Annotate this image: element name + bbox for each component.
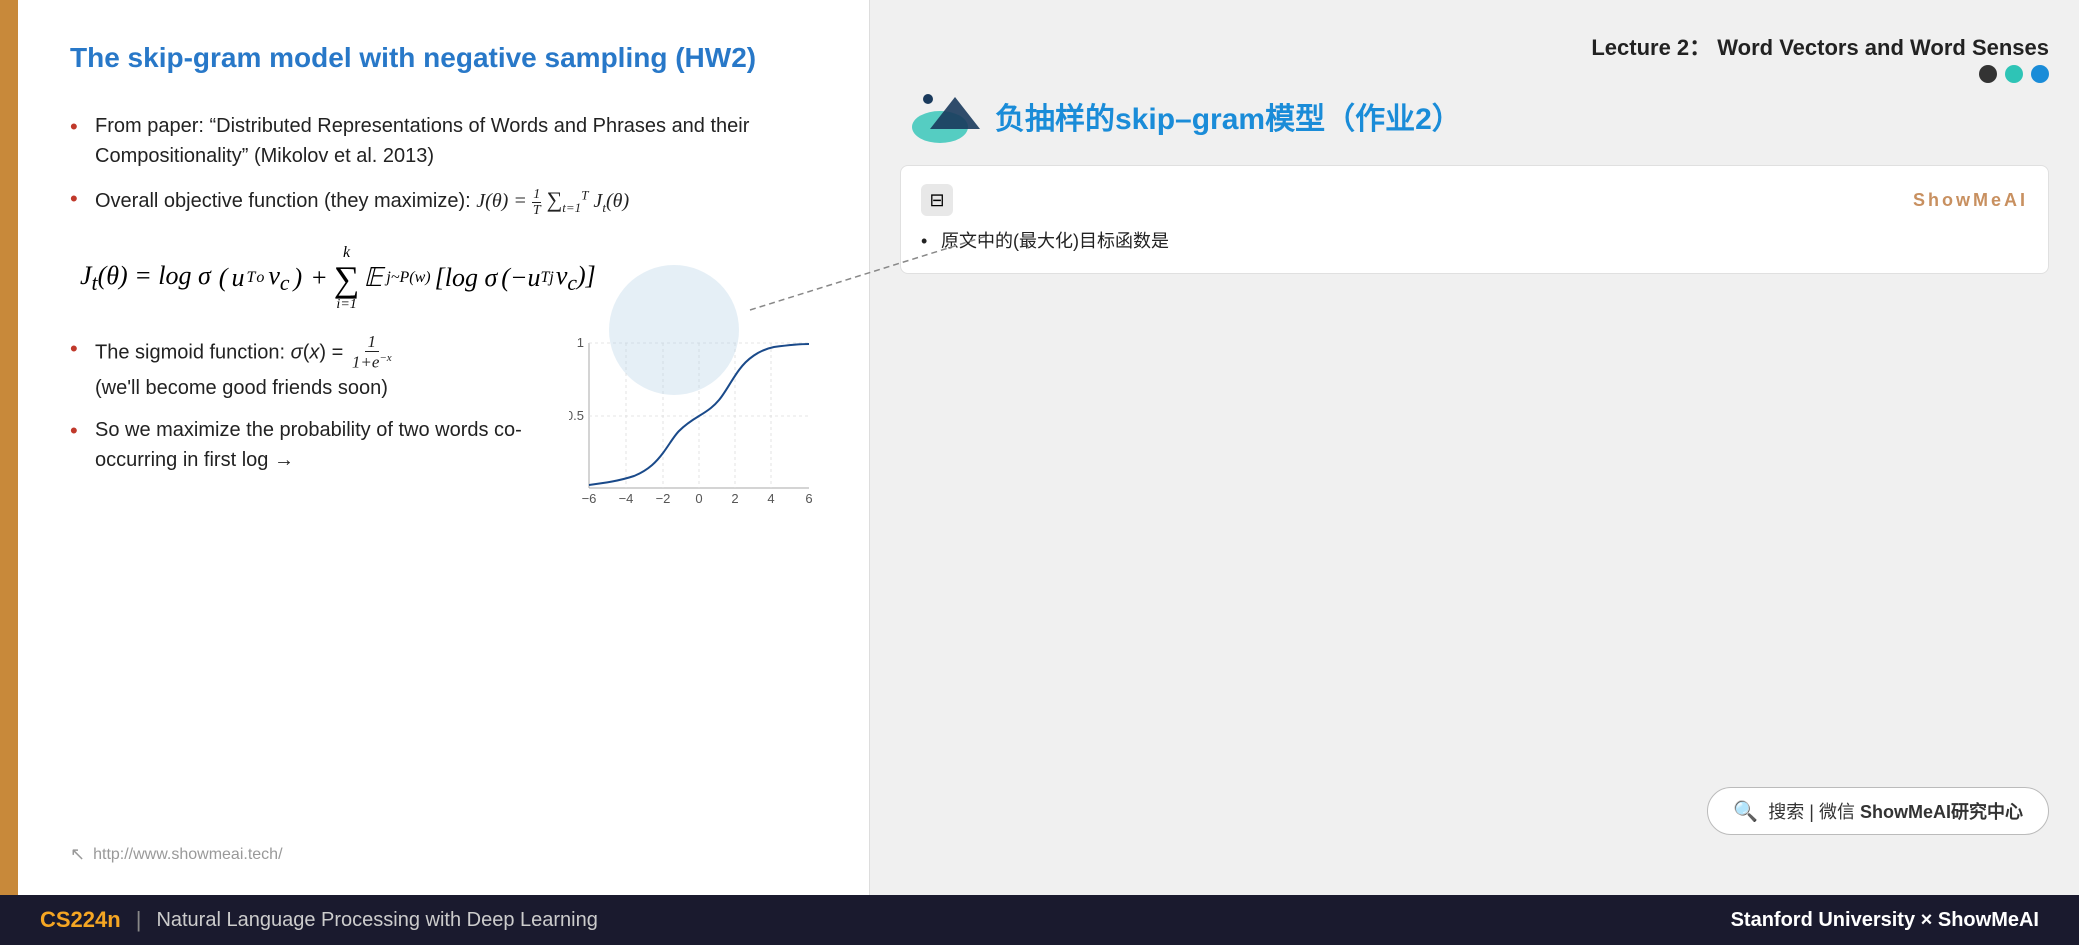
svg-text:−2: −2 [656, 491, 671, 506]
search-text: 搜索 | 微信 ShowMeAI研究中心 [1768, 798, 2023, 824]
footer-divider: | [136, 907, 142, 933]
slide-url: ↖ http://www.showmeai.tech/ [70, 844, 283, 865]
note-card-header: ⊟ ShowMeAI [921, 184, 2028, 216]
note-icon: ⊟ [921, 184, 953, 216]
topic-header: 负抽样的skip–gram模型（作业2） [900, 87, 2049, 145]
svg-text:6: 6 [805, 491, 812, 506]
svg-text:1: 1 [577, 335, 584, 350]
slide-left-bar [0, 0, 18, 895]
formula-inline: J(θ) = 1 T ∑t=1T Jt(θ) [476, 190, 629, 212]
main-formula-block: Jt(θ) = log σ ( u T o vc ) + k ∑ i=1 𝔼 j… [80, 244, 819, 313]
footer-brand: × ShowMeAI [1921, 909, 2039, 931]
right-panel: Lecture 2： Word Vectors and Word Senses … [870, 0, 2079, 895]
dots-row [1979, 65, 2049, 83]
svg-text:4: 4 [767, 491, 774, 506]
svg-text:0.5: 0.5 [569, 408, 584, 423]
maximize-bullet: So we maximize the probability of two wo… [70, 415, 529, 475]
sigmoid-chart: −6 −4 −2 0 2 4 6 1 0.5 [569, 333, 819, 508]
search-bar[interactable]: 🔍 搜索 | 微信 ShowMeAI研究中心 [1707, 787, 2049, 835]
footer-right: Stanford University × ShowMeAI [1731, 909, 2039, 932]
bottom-section: The sigmoid function: σ(x) = 1 1+e−x (we… [70, 333, 819, 508]
svg-text:0: 0 [695, 491, 702, 506]
showmeai-brand: ShowMeAI [1913, 190, 2028, 211]
cursor-icon: ↖ [70, 844, 85, 865]
bullet-item-2: Overall objective function (they maximiz… [70, 183, 819, 218]
topic-title-cn: 负抽样的skip–gram模型（作业2） [995, 94, 1462, 138]
search-icon: 🔍 [1733, 799, 1758, 824]
topic-icon [910, 87, 980, 145]
sigmoid-bullet: The sigmoid function: σ(x) = 1 1+e−x (we… [70, 333, 529, 403]
dot-blue [2031, 65, 2049, 83]
note-card: ⊟ ShowMeAI 原文中的(最大化)目标函数是 [900, 165, 2049, 274]
bottom-bullets: The sigmoid function: σ(x) = 1 1+e−x (we… [70, 333, 529, 487]
footer: CS224n | Natural Language Processing wit… [0, 895, 2079, 945]
note-content: 原文中的(最大化)目标函数是 [921, 228, 2028, 255]
dot-teal [2005, 65, 2023, 83]
footer-description: Natural Language Processing with Deep Le… [156, 909, 597, 932]
lecture-title: Lecture 2： Word Vectors and Word Senses [900, 20, 2049, 62]
svg-text:−4: −4 [619, 491, 634, 506]
svg-text:2: 2 [731, 491, 738, 506]
footer-left: CS224n | Natural Language Processing wit… [40, 907, 598, 933]
bullet-list: From paper: “Distributed Representations… [70, 111, 819, 218]
svg-text:−6: −6 [582, 491, 597, 506]
footer-course: CS224n [40, 907, 121, 933]
footer-university: Stanford University [1731, 909, 1915, 931]
slide-panel: The skip-gram model with negative sampli… [0, 0, 870, 895]
note-icon-symbol: ⊟ [929, 190, 944, 211]
bullet-text-2: Overall objective function (they maximiz… [95, 190, 471, 212]
url-text: http://www.showmeai.tech/ [93, 846, 282, 864]
slide-title: The skip-gram model with negative sampli… [70, 40, 819, 76]
dot-dark [1979, 65, 1997, 83]
sigmoid-svg: −6 −4 −2 0 2 4 6 1 0.5 [569, 333, 819, 508]
bullet-item-1: From paper: “Distributed Representations… [70, 111, 819, 171]
